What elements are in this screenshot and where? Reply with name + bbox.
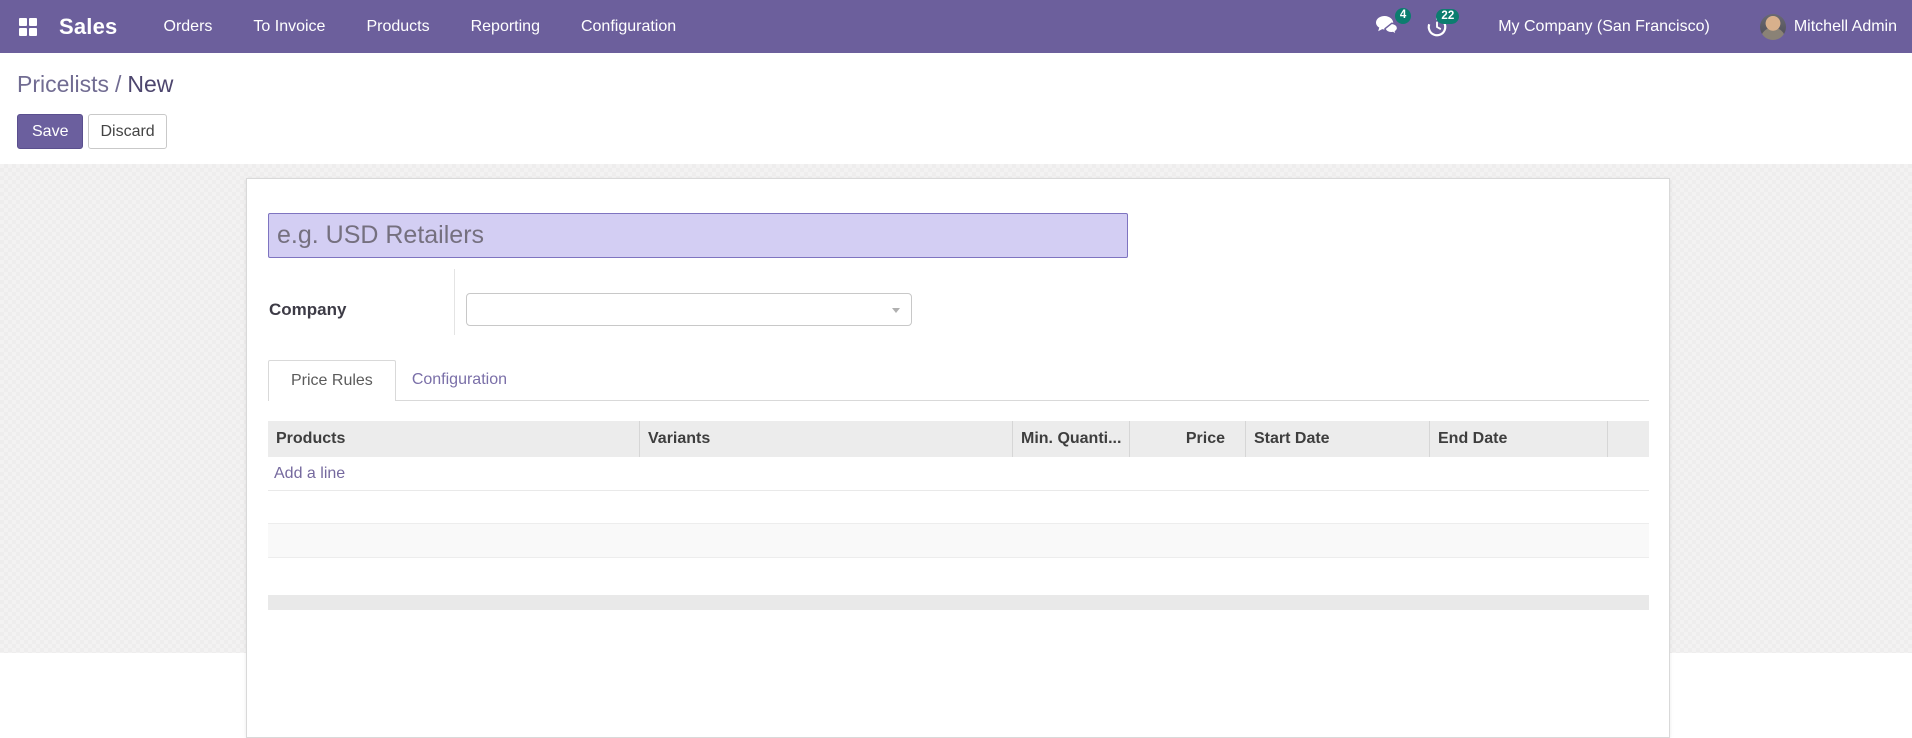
top-navbar: Sales Orders To Invoice Products Reporti…: [0, 0, 1912, 53]
apps-grid-square: [19, 17, 27, 26]
save-button[interactable]: Save: [17, 114, 84, 149]
main-menu: Orders To Invoice Products Reporting Con…: [164, 18, 677, 36]
table-row-empty: [268, 558, 1649, 595]
breadcrumb-separator: /: [115, 71, 122, 97]
avatar: [1759, 13, 1786, 40]
menu-products[interactable]: Products: [366, 18, 429, 36]
column-header-min-quantity[interactable]: Min. Quanti...: [1013, 421, 1130, 457]
company-label: Company: [269, 300, 347, 319]
table-row-empty: [268, 491, 1649, 524]
form-view-background: Company Price Rules Configuration Produc…: [0, 164, 1912, 738]
messages-badge: 4: [1394, 8, 1412, 24]
apps-grid-square: [19, 27, 27, 36]
tab-configuration[interactable]: Configuration: [396, 360, 523, 400]
column-header-start-date[interactable]: Start Date: [1246, 421, 1430, 457]
column-header-end-date[interactable]: End Date: [1430, 421, 1608, 457]
breadcrumb-pricelists[interactable]: Pricelists: [17, 71, 109, 97]
add-a-line-link[interactable]: Add a line: [274, 465, 345, 482]
activities-button[interactable]: 22: [1426, 8, 1460, 38]
apps-grid-icon[interactable]: [19, 17, 37, 36]
table-row: Add a line: [268, 457, 1649, 491]
app-brand[interactable]: Sales: [59, 14, 118, 40]
table-header-row: Products Variants Min. Quanti... Price S…: [268, 421, 1649, 457]
menu-configuration[interactable]: Configuration: [581, 18, 676, 36]
form-action-buttons: Save Discard: [17, 114, 167, 149]
column-header-products[interactable]: Products: [268, 421, 640, 457]
menu-reporting[interactable]: Reporting: [471, 18, 540, 36]
menu-to-invoice[interactable]: To Invoice: [253, 18, 325, 36]
discard-button[interactable]: Discard: [88, 114, 167, 149]
breadcrumb-current: New: [127, 71, 174, 97]
chevron-down-icon: [892, 308, 900, 313]
company-select[interactable]: [466, 293, 912, 326]
column-header-price[interactable]: Price: [1130, 421, 1246, 457]
notebook-tabs: Price Rules Configuration: [268, 360, 1649, 401]
activities-badge: 22: [1436, 8, 1460, 24]
user-name: Mitchell Admin: [1793, 17, 1897, 35]
pricelist-name-input[interactable]: [268, 213, 1128, 258]
control-panel: Pricelists / New Save Discard: [0, 53, 1912, 164]
column-header-variants[interactable]: Variants: [640, 421, 1013, 457]
company-switcher[interactable]: My Company (San Francisco): [1498, 18, 1710, 36]
apps-grid-square: [29, 27, 37, 36]
list-footer-bar: [268, 595, 1649, 610]
messages-button[interactable]: 4: [1375, 8, 1412, 38]
breadcrumb: Pricelists / New: [17, 71, 173, 98]
navbar-systray: 4 22 My Company (San Francisco) Mitchell…: [1375, 8, 1912, 40]
menu-orders[interactable]: Orders: [164, 18, 213, 36]
tab-price-rules[interactable]: Price Rules: [268, 360, 396, 401]
pricelist-form-card: Company Price Rules Configuration Produc…: [246, 178, 1670, 738]
label-field-divider: [454, 269, 455, 335]
user-menu[interactable]: Mitchell Admin: [1759, 13, 1897, 40]
table-row-empty: [268, 524, 1649, 558]
price-rules-table: Products Variants Min. Quanti... Price S…: [268, 421, 1649, 610]
column-header-empty: [1608, 421, 1649, 457]
apps-grid-square: [29, 17, 37, 26]
